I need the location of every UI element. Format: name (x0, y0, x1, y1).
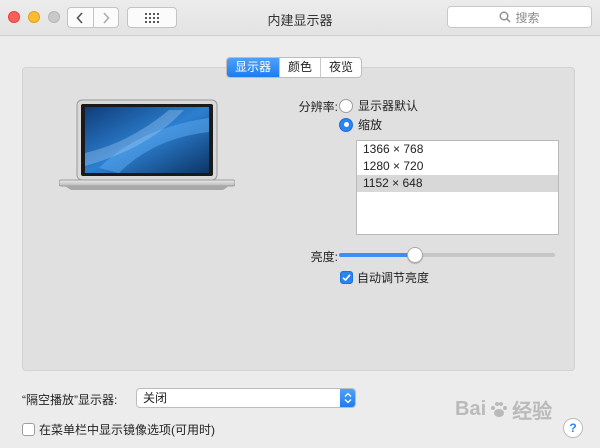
brightness-slider-fill (339, 253, 415, 257)
brightness-slider[interactable] (339, 253, 555, 257)
resolution-option-default-label: 显示器默认 (358, 99, 419, 113)
tab-night-shift[interactable]: 夜览 (320, 58, 361, 77)
search-icon (499, 11, 512, 23)
checkmark-icon (342, 274, 351, 282)
auto-brightness-checkbox-row[interactable]: 自动调节亮度 (340, 269, 429, 286)
zoom-window-button[interactable] (48, 11, 60, 23)
auto-brightness-checkbox[interactable] (340, 271, 353, 284)
airplay-display-label: “隔空播放”显示器: (22, 393, 118, 407)
airplay-display-value: 关闭 (143, 391, 168, 405)
mirror-option-checkbox[interactable] (22, 423, 35, 436)
list-item[interactable]: 1280 × 720 (357, 158, 558, 175)
updown-arrows-icon (340, 389, 355, 407)
search-input[interactable]: 搜索 (447, 6, 592, 28)
minimize-window-button[interactable] (28, 11, 40, 23)
brightness-label: 亮度: (310, 250, 338, 264)
chevron-left-icon (76, 11, 83, 24)
navigation-buttons (67, 7, 119, 28)
resolution-option-default[interactable]: 显示器默认 (339, 97, 418, 114)
radio-scaled[interactable] (339, 117, 353, 132)
resolution-option-scaled[interactable]: 缩放 (339, 116, 382, 133)
forward-button[interactable] (92, 8, 119, 27)
mirror-option-label: 在菜单栏中显示镜像选项(可用时) (39, 423, 215, 437)
back-button[interactable] (68, 8, 93, 27)
search-placeholder: 搜索 (515, 10, 540, 25)
resolution-option-scaled-label: 缩放 (358, 118, 383, 132)
tab-bar: 显示器 颜色 夜览 (226, 57, 363, 78)
resolution-label: 分辨率: (298, 100, 338, 114)
list-item[interactable]: 1366 × 768 (357, 141, 558, 158)
mirror-option-row[interactable]: 在菜单栏中显示镜像选项(可用时) (22, 421, 215, 438)
baidu-watermark: Bai 经验 (455, 398, 553, 423)
auto-brightness-label: 自动调节亮度 (357, 271, 430, 285)
chevron-right-icon (103, 11, 110, 24)
laptop-image (59, 99, 235, 190)
paw-icon (491, 401, 508, 417)
brightness-slider-knob[interactable] (406, 247, 423, 263)
close-window-button[interactable] (8, 11, 20, 23)
grid-icon (145, 12, 159, 23)
radio-default[interactable] (339, 98, 353, 113)
help-button[interactable]: ? (563, 418, 583, 438)
resolution-list[interactable]: 1366 × 768 1280 × 720 1152 × 648 (356, 140, 559, 235)
tab-display[interactable]: 显示器 (227, 58, 280, 77)
tab-color[interactable]: 颜色 (279, 58, 320, 77)
airplay-display-select[interactable]: 关闭 (136, 388, 356, 408)
show-all-button[interactable] (127, 7, 177, 28)
title-bar: 内建显示器 搜索 (0, 0, 600, 36)
list-item[interactable]: 1152 × 648 (357, 175, 558, 192)
